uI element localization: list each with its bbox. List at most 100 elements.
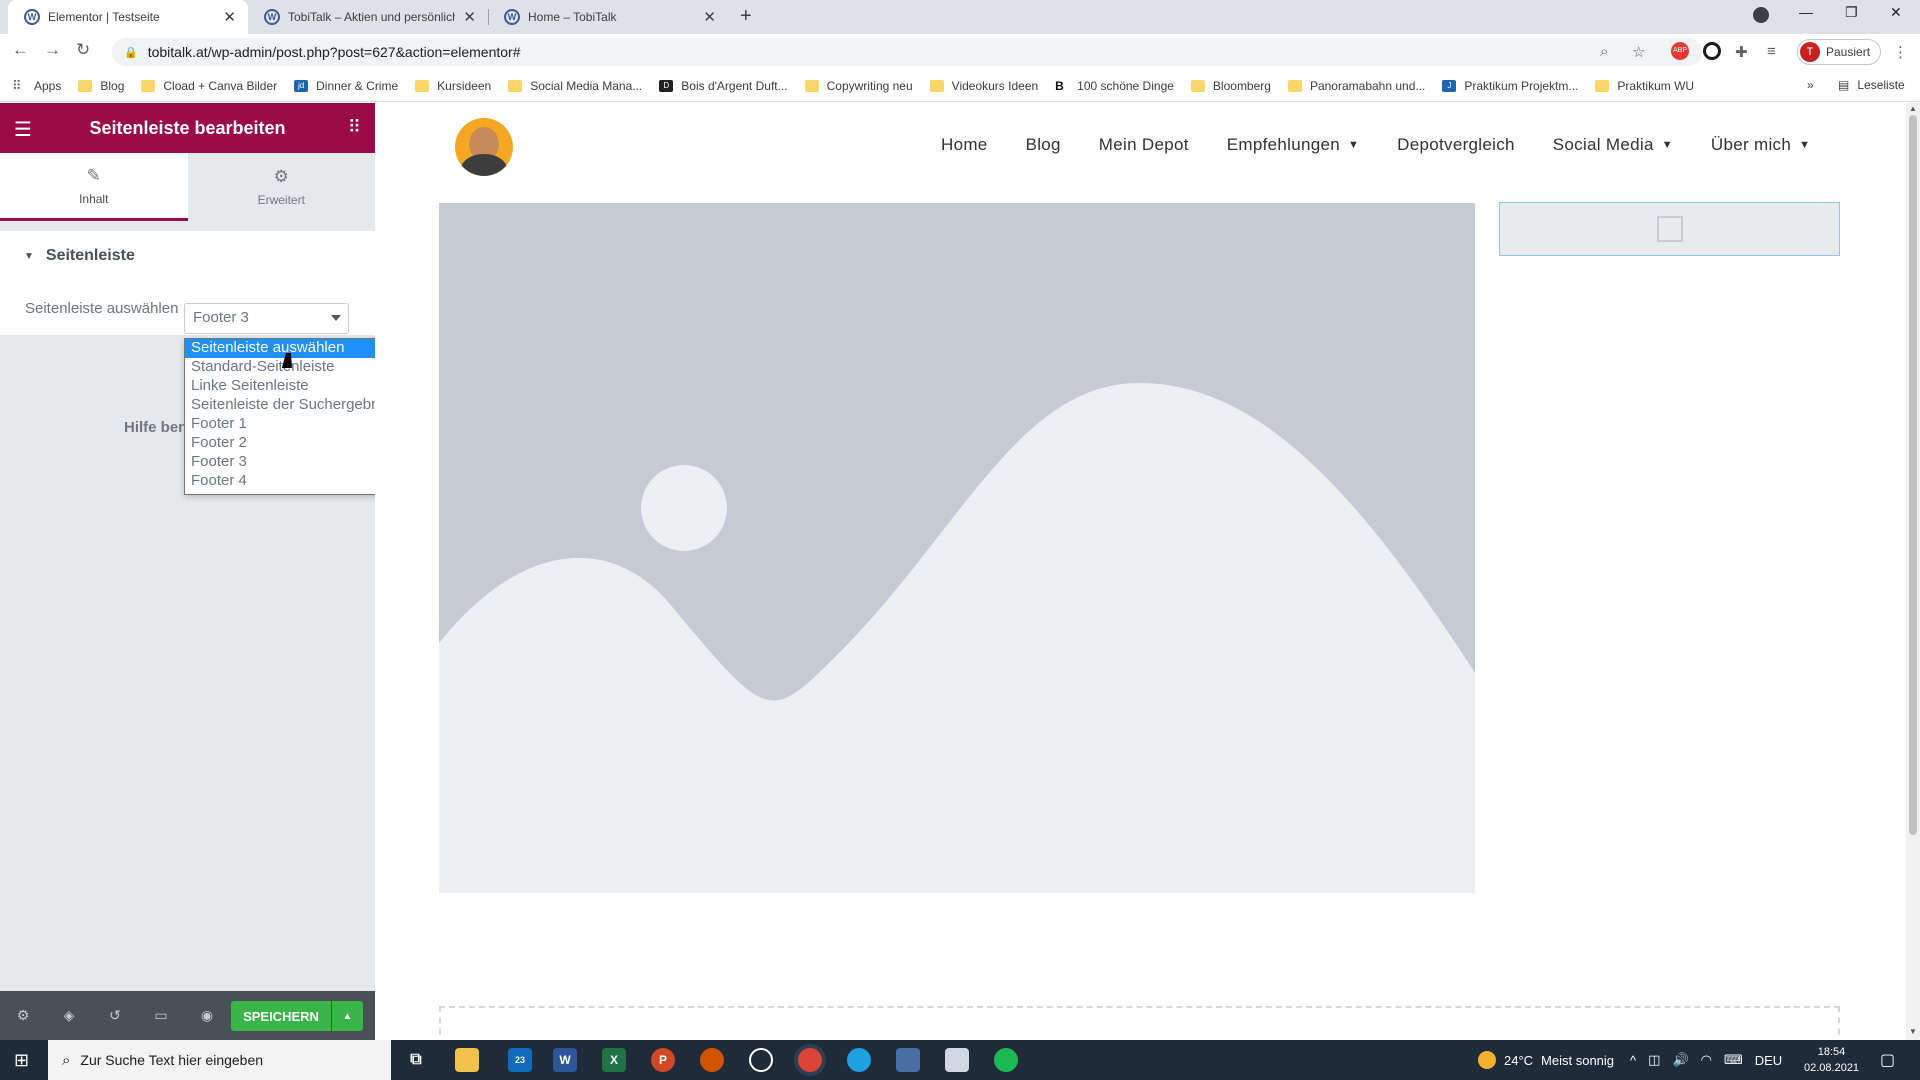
- bookmark-praktikum-projekt[interactable]: J Praktikum Projektm...: [1442, 79, 1578, 93]
- dropdown-option[interactable]: Seitenleiste auswählen: [185, 339, 406, 358]
- close-tab-icon[interactable]: ✕: [703, 8, 716, 26]
- scroll-down-icon[interactable]: ▼: [1909, 1027, 1917, 1036]
- image-placeholder[interactable]: [439, 203, 1475, 893]
- speaker-icon[interactable]: 🔊: [1672, 1052, 1688, 1068]
- close-tab-icon[interactable]: ✕: [463, 8, 476, 26]
- tab-inhalt[interactable]: ✎ Inhalt: [0, 153, 188, 221]
- chrome-icon[interactable]: [798, 1048, 822, 1072]
- more-menu-icon[interactable]: ⋮: [1893, 43, 1908, 61]
- scroll-up-icon[interactable]: ▲: [1909, 104, 1917, 113]
- mail-icon[interactable]: 23: [508, 1048, 532, 1072]
- help-text[interactable]: Hilfe ben: [124, 419, 187, 436]
- bookmark-videokurs[interactable]: Videokurs Ideen: [929, 79, 1038, 93]
- bookmark-blog[interactable]: Blog: [78, 79, 124, 93]
- grammarly-icon[interactable]: [1703, 42, 1721, 60]
- bookmark-praktikum-wu[interactable]: Praktikum WU: [1595, 79, 1694, 93]
- forward-icon[interactable]: →: [44, 40, 61, 60]
- bookmark-panoramabahn[interactable]: Panoramabahn und...: [1287, 79, 1425, 93]
- bookmark-kursideen[interactable]: Kursideen: [415, 79, 491, 93]
- app-icon[interactable]: [700, 1048, 724, 1072]
- nav-ueber-mich[interactable]: Über mich ▼: [1711, 135, 1810, 155]
- widgets-grid-icon[interactable]: ⠿: [348, 117, 361, 138]
- sidebar-select[interactable]: Footer 3: [184, 303, 349, 334]
- dropdown-option[interactable]: Footer 1: [185, 415, 406, 434]
- excel-icon[interactable]: X: [602, 1048, 626, 1072]
- zoom-icon[interactable]: ⌕: [1600, 43, 1608, 60]
- keyboard-icon[interactable]: ⌨: [1724, 1052, 1743, 1068]
- back-icon[interactable]: ←: [12, 40, 29, 60]
- dropdown-option[interactable]: Footer 3: [185, 453, 406, 472]
- reading-list-button[interactable]: ▤ Leseliste: [1838, 78, 1905, 92]
- bookmark-bloomberg[interactable]: Bloomberg: [1190, 79, 1271, 93]
- browser-tab-elementor[interactable]: W Elementor | Testseite ✕: [8, 0, 248, 34]
- new-tab-icon[interactable]: +: [740, 5, 752, 28]
- sidebar-widget-placeholder[interactable]: [1499, 202, 1840, 256]
- edge-icon[interactable]: [847, 1048, 871, 1072]
- nav-home[interactable]: Home: [941, 135, 988, 155]
- notepad-icon[interactable]: [945, 1048, 969, 1072]
- bookmark-dinner-crime[interactable]: jd Dinner & Crime: [294, 79, 398, 93]
- obs-icon[interactable]: [749, 1048, 773, 1072]
- powerpoint-icon[interactable]: P: [651, 1048, 675, 1072]
- scrollbar-thumb[interactable]: [1909, 115, 1917, 835]
- browser-tab-tobitalk[interactable]: W TobiTalk – Aktien und persönlich ✕: [248, 0, 488, 34]
- save-options-icon[interactable]: ▲: [332, 1001, 363, 1031]
- close-window-icon[interactable]: ✕: [1890, 4, 1902, 21]
- sidebar-select-dropdown[interactable]: Seitenleiste auswählen Standard-Seitenle…: [184, 338, 407, 495]
- section-toggle-seitenleiste[interactable]: ▼ Seitenleiste: [0, 231, 375, 281]
- bookmark-canva[interactable]: Cload + Canva Bilder: [141, 79, 277, 93]
- site-logo-avatar[interactable]: [455, 118, 513, 176]
- preview-scrollbar[interactable]: ▲ ▼: [1906, 103, 1920, 1040]
- adblock-icon[interactable]: ABP: [1671, 42, 1689, 60]
- dropdown-option[interactable]: Linke Seitenleiste: [185, 377, 406, 396]
- dropdown-option[interactable]: Seitenleiste der Suchergebnisse: [185, 396, 406, 415]
- minimize-icon[interactable]: —: [1799, 4, 1813, 20]
- nav-blog[interactable]: Blog: [1026, 135, 1061, 155]
- weather-text[interactable]: Meist sonnig: [1541, 1053, 1614, 1068]
- preview-eye-icon[interactable]: ◉: [184, 1007, 230, 1024]
- bookmarks-more-icon[interactable]: »: [1807, 78, 1814, 92]
- bookmark-bois-dargent[interactable]: D Bois d'Argent Duft...: [659, 79, 788, 93]
- save-button[interactable]: SPEICHERN: [231, 1001, 331, 1031]
- task-view-icon[interactable]: ⧉: [404, 1048, 428, 1072]
- tray-chevron-icon[interactable]: ^: [1630, 1053, 1636, 1068]
- browser-tab-home[interactable]: W Home – TobiTalk ✕: [488, 0, 728, 34]
- profile-button[interactable]: T Pausiert: [1797, 39, 1882, 65]
- word-icon[interactable]: W: [553, 1048, 577, 1072]
- tab-erweitert[interactable]: ⚙ Erweitert: [187, 153, 375, 221]
- nav-depotvergleich[interactable]: Depotvergleich: [1397, 135, 1515, 155]
- media-queue-icon[interactable]: ≡: [1767, 43, 1776, 60]
- weather-temp[interactable]: 24°C: [1504, 1053, 1533, 1068]
- settings-icon[interactable]: ⚙: [0, 1007, 46, 1024]
- network-icon[interactable]: ◫: [1648, 1052, 1660, 1068]
- hamburger-menu-icon[interactable]: ☰: [14, 117, 32, 142]
- bookmark-social-media[interactable]: Social Media Mana...: [508, 79, 642, 93]
- extensions-icon[interactable]: ✚: [1735, 43, 1748, 61]
- bookmark-apps[interactable]: ⠿ Apps: [12, 79, 61, 93]
- language-indicator[interactable]: DEU: [1755, 1053, 1782, 1068]
- weather-sun-icon[interactable]: [1478, 1051, 1496, 1069]
- file-explorer-icon[interactable]: [455, 1048, 479, 1072]
- bookmark-star-icon[interactable]: ☆: [1632, 43, 1645, 61]
- history-icon[interactable]: ↺: [92, 1007, 138, 1024]
- navigator-layers-icon[interactable]: ◈: [46, 1007, 92, 1024]
- spotify-icon[interactable]: [994, 1048, 1018, 1072]
- app-icon[interactable]: [896, 1048, 920, 1072]
- dropdown-option[interactable]: Standard-Seitenleiste: [185, 358, 406, 377]
- close-tab-icon[interactable]: ✕: [223, 8, 236, 26]
- bookmark-copywriting[interactable]: Copywriting neu: [804, 79, 913, 93]
- taskbar-search[interactable]: ⌕ Zur Suche Text hier eingeben: [48, 1040, 391, 1080]
- restore-icon[interactable]: ❐: [1845, 4, 1858, 21]
- tab-search-icon[interactable]: [1753, 7, 1769, 23]
- windows-start-icon[interactable]: ⊞: [14, 1050, 29, 1071]
- responsive-mode-icon[interactable]: ▭: [138, 1007, 184, 1024]
- bookmark-100-dinge[interactable]: B 100 schöne Dinge: [1055, 79, 1174, 93]
- taskbar-clock[interactable]: 18:54 02.08.2021: [1804, 1044, 1859, 1076]
- address-bar[interactable]: 🔒 tobitalk.at/wp-admin/post.php?post=627…: [112, 38, 1702, 66]
- dropdown-option[interactable]: Footer 2: [185, 434, 406, 453]
- add-section-area[interactable]: [439, 1006, 1840, 1040]
- notification-icon[interactable]: ▢: [1880, 1050, 1895, 1070]
- nav-mein-depot[interactable]: Mein Depot: [1099, 135, 1189, 155]
- reload-icon[interactable]: ↻: [76, 40, 90, 60]
- nav-empfehlungen[interactable]: Empfehlungen ▼: [1227, 135, 1359, 155]
